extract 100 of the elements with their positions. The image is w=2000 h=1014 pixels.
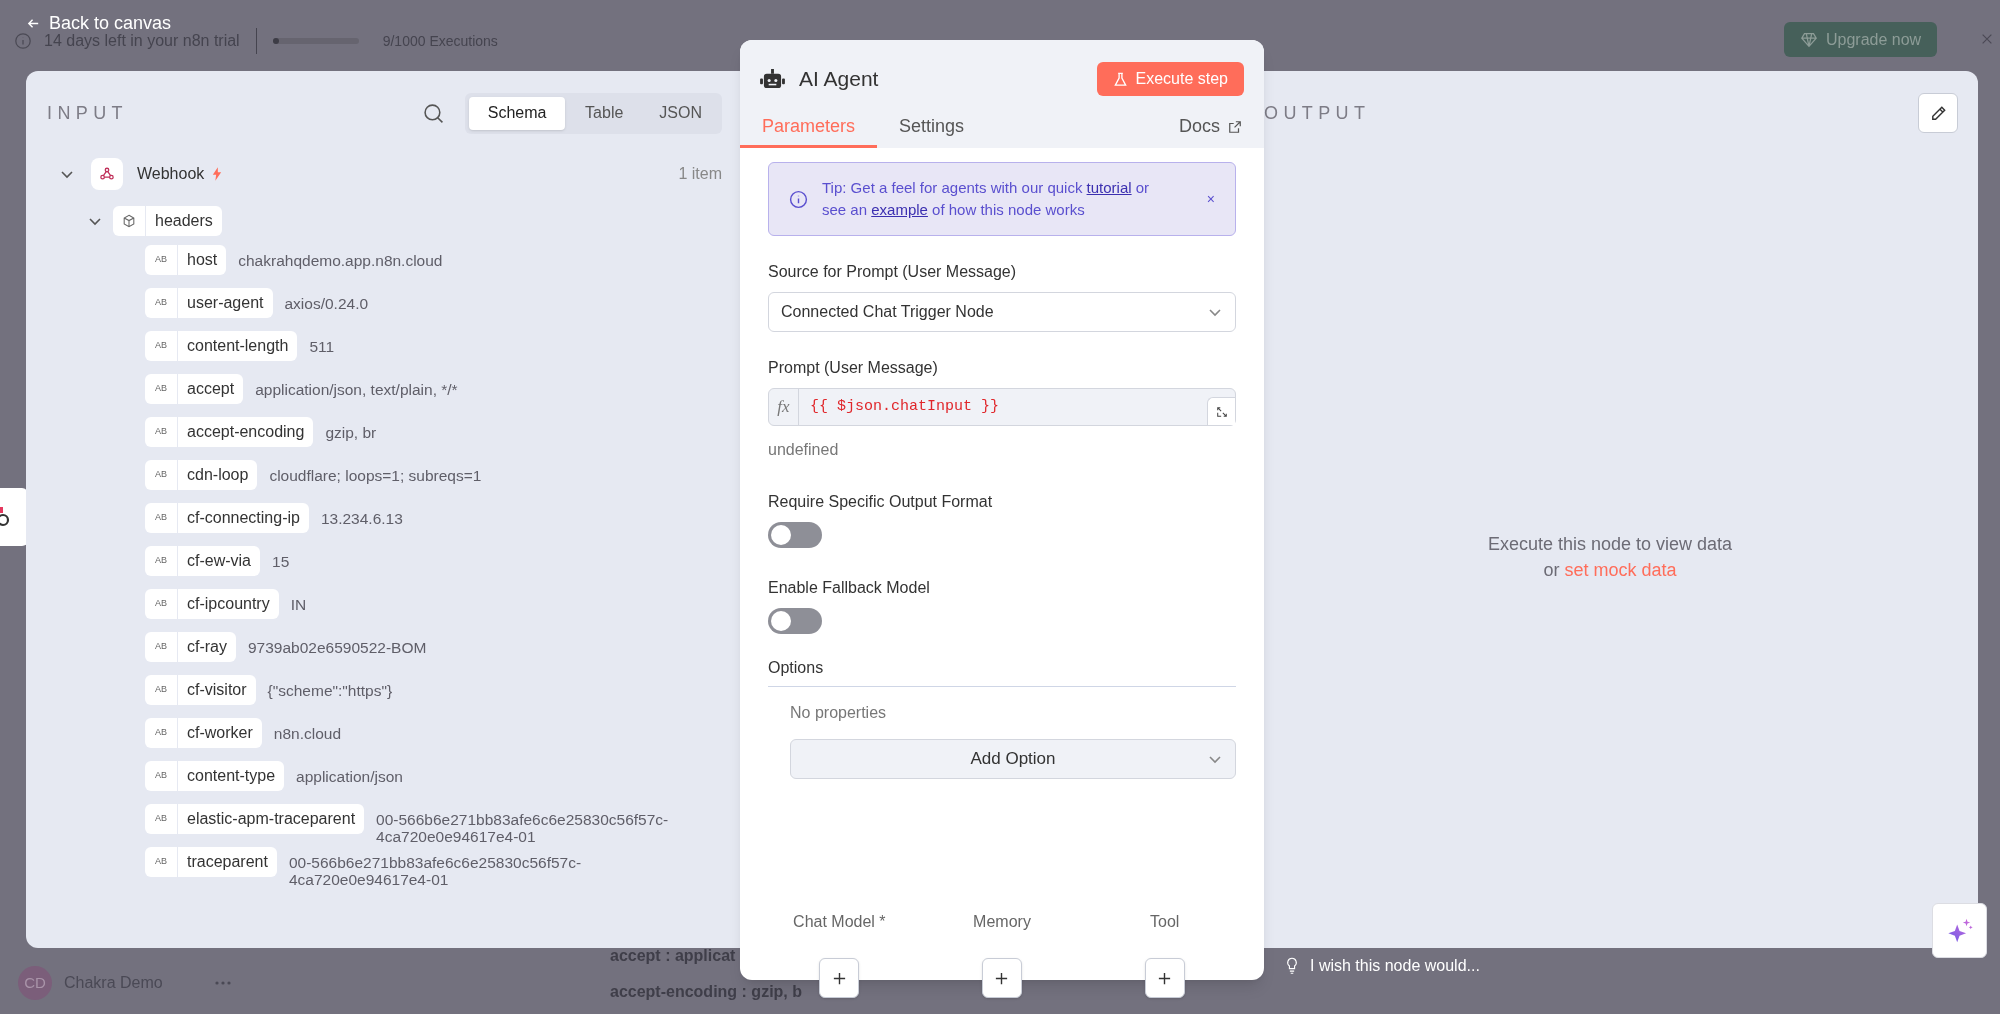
field-value: application/json (296, 768, 403, 785)
field-key: user-agent (178, 291, 273, 315)
type-label: AB (154, 726, 168, 740)
add-connection-button[interactable] (1144, 958, 1185, 998)
type-label: AB (154, 769, 168, 783)
node-title: AI Agent (799, 66, 879, 93)
type-label: AB (154, 683, 168, 697)
expression-result: undefined (768, 440, 840, 460)
type-label: AB (154, 597, 168, 611)
field-key: accept (178, 377, 244, 401)
add-connection-button[interactable] (819, 958, 860, 998)
toggle-switch[interactable] (768, 522, 822, 548)
add-option-button[interactable]: Add Option (790, 739, 1236, 779)
field-value: chakrahqdemo.app.n8n.cloud (238, 252, 443, 269)
plus-icon (1157, 970, 1173, 986)
field-key: cf-connecting-ip (178, 506, 309, 530)
mock-data-text: or set mock data (1543, 559, 1677, 582)
field-value: n8n.cloud (273, 725, 341, 742)
field-value: 00-566b6e271bb83afe6c6e25830c56f57c-4ca720e0e94617e4-01 (288, 854, 583, 888)
connector-label: Chat Model * (793, 912, 886, 932)
node-icon (0, 507, 12, 527)
field-key: cf-ew-via (178, 549, 260, 573)
field-value: 9739ab02e6590522-BOM (248, 639, 427, 656)
field-value: 00-566b6e271bb83afe6c6e25830c56f57c-4ca720e0e94617e4-01 (376, 811, 670, 845)
type-label: AB (154, 855, 168, 869)
field-label: Source for Prompt (User Message) (768, 262, 1018, 282)
type-label: AB (154, 296, 168, 310)
options-heading: Options (768, 656, 1236, 687)
plus-icon (831, 970, 847, 986)
back-link[interactable]: Back to canvas (26, 10, 172, 37)
type-label: AB (154, 511, 168, 525)
field-key: cdn-loop (178, 463, 258, 487)
lightbulb-icon (1286, 957, 1298, 975)
field-key: content-type (178, 764, 285, 788)
external-link-icon (1228, 119, 1242, 134)
edit-button[interactable] (1918, 93, 1958, 133)
view-tab[interactable]: JSON (643, 96, 718, 130)
node-name: Webhook (137, 164, 205, 184)
field-label: Require Specific Output Format (768, 492, 994, 512)
expand-icon (1215, 405, 1228, 418)
type-label: AB (154, 339, 168, 353)
close-tip-button[interactable]: × (1206, 188, 1215, 210)
field-value: 511 (309, 338, 335, 355)
fx-label: fx (769, 389, 799, 425)
expression-value: {{ $json.chatInput }} (809, 396, 1001, 417)
empty-message: Execute this node to view data (1487, 533, 1733, 556)
field-key: cf-worker (178, 721, 262, 745)
type-label: AB (154, 425, 168, 439)
toggle-switch[interactable] (768, 608, 822, 634)
type-label: AB (154, 812, 168, 826)
cube-icon (122, 214, 136, 228)
field-key: cf-ray (178, 635, 236, 659)
prompt-field[interactable]: fx {{ $json.chatInput }} (768, 388, 1236, 426)
field-key: headers (146, 209, 222, 233)
info-icon (789, 189, 808, 209)
field-key: elastic-apm-traceparent (178, 807, 365, 831)
plus-icon (994, 970, 1010, 986)
output-title: OUTPUT (1264, 101, 1371, 125)
panel-tab[interactable]: Settings (877, 108, 987, 148)
field-key: host (178, 248, 227, 272)
tip-link[interactable]: example (871, 201, 928, 218)
field-key: accept-encoding (178, 420, 314, 444)
field-value: 15 (272, 553, 290, 570)
field-value: cloudflare; loops=1; subreqs=1 (269, 467, 482, 484)
lightning-icon (212, 167, 223, 181)
field-value: application/json, text/plain, */* (255, 381, 458, 398)
diamond-icon (1800, 30, 1818, 49)
view-tab[interactable]: Table (569, 96, 640, 130)
field-key: traceparent (178, 850, 277, 874)
tip-link[interactable]: tutorial (1086, 179, 1132, 196)
docs-link[interactable]: Docs (1179, 108, 1264, 148)
input-title: INPUT (47, 101, 128, 125)
tip-text: Tip: Get a feel for agents with our quick tutorial or see an example of how this node works (822, 178, 1151, 220)
field-value: 13.234.6.13 (320, 510, 403, 527)
type-label: AB (154, 468, 168, 482)
add-connection-button[interactable] (982, 958, 1022, 998)
flask-icon (1112, 71, 1128, 87)
item-count: 1 item (678, 164, 722, 184)
type-label: AB (154, 253, 168, 267)
webhook-icon (91, 158, 123, 190)
search-icon[interactable] (423, 102, 445, 124)
field-key: content-length (178, 334, 298, 358)
view-tab[interactable]: Schema (469, 96, 566, 130)
field-value: IN (290, 596, 307, 613)
connector-label: Tool (1150, 912, 1180, 932)
robot-icon (760, 68, 785, 90)
connector-label: Memory (973, 912, 1031, 932)
field-label: Enable Fallback Model (768, 578, 931, 598)
field-value: gzip, br (325, 424, 377, 441)
source-select[interactable]: Connected Chat Trigger Node (768, 292, 1236, 332)
feedback-field[interactable]: I wish this node would... (1310, 954, 1570, 978)
ai-assistant-button[interactable] (1932, 903, 1987, 958)
info-icon (14, 32, 32, 50)
field-label: Prompt (User Message) (768, 358, 939, 378)
field-value: {"scheme":"https"} (267, 682, 393, 699)
field-key: cf-visitor (178, 678, 256, 702)
type-label: AB (154, 554, 168, 568)
field-value: axios/0.24.0 (284, 295, 369, 312)
type-label: AB (154, 382, 168, 396)
expand-button[interactable] (1207, 397, 1235, 425)
